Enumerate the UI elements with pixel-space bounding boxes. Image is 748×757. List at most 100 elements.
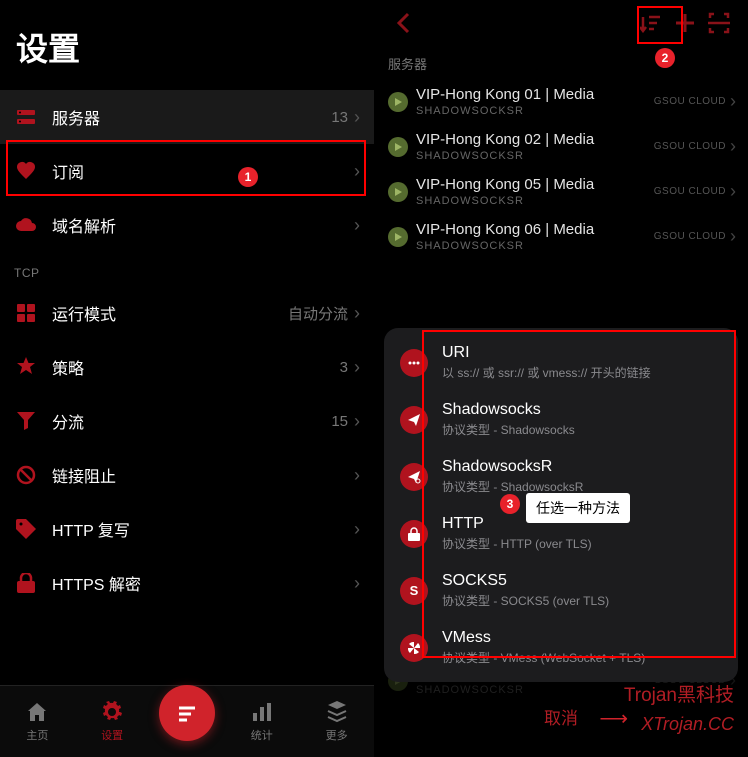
watermark-url: XTrojan.CC <box>641 714 734 735</box>
row-filter[interactable]: 分流 15 › <box>0 394 374 448</box>
tab-label: 主页 <box>26 727 48 743</box>
sheet-option-socks5[interactable]: S SOCKS5 协议类型 - SOCKS5 (over TLS) <box>384 562 738 619</box>
option-title: VMess <box>442 629 722 647</box>
tab-center[interactable] <box>150 686 225 757</box>
chevron-right-icon: › <box>354 519 360 540</box>
chevron-right-icon: › <box>354 107 360 128</box>
planeR-icon <box>400 463 428 491</box>
status-dot <box>388 182 408 202</box>
chevron-right-icon: › <box>354 573 360 594</box>
status-dot <box>388 92 408 112</box>
row-dns[interactable]: 域名解析 › <box>0 198 374 252</box>
annotation-tooltip: 任选一种方法 <box>526 493 630 523</box>
row-block[interactable]: 链接阻止 › <box>0 448 374 502</box>
option-title: URI <box>442 344 722 362</box>
option-sub: 协议类型 - VMess (WebSocket + TLS) <box>442 649 722 666</box>
tab-stats[interactable]: 统计 <box>224 686 299 757</box>
row-value: 自动分流 <box>288 303 348 324</box>
row-http-rewrite[interactable]: HTTP 复写 › <box>0 502 374 556</box>
status-dot <box>388 137 408 157</box>
lock-icon <box>14 571 38 595</box>
annotation-badge-2: 2 <box>655 48 675 68</box>
s-icon: S <box>400 577 428 605</box>
section-header-tcp: TCP <box>0 252 374 286</box>
annotation-badge-1: 1 <box>238 167 258 187</box>
option-sub: 以 ss:// 或 ssr:// 或 vmess:// 开头的链接 <box>442 364 722 381</box>
fab-button[interactable] <box>159 685 215 741</box>
watermark-text: Trojan黑科技 <box>624 680 734 707</box>
chevron-right-icon: › <box>730 226 736 247</box>
row-label: 域名解析 <box>52 213 354 237</box>
tab-bar: 主页 设置 统计 更多 <box>0 685 374 757</box>
tag-icon <box>14 517 38 541</box>
sheet-option-uri[interactable]: URI 以 ss:// 或 ssr:// 或 vmess:// 开头的链接 <box>384 334 738 391</box>
back-button[interactable] <box>386 6 420 40</box>
fan-icon <box>400 634 428 662</box>
tab-label: 设置 <box>101 727 123 743</box>
server-provider: GSOU CLOUD <box>654 141 726 152</box>
tab-label: 更多 <box>326 727 348 743</box>
top-bar <box>374 0 748 46</box>
tab-more[interactable]: 更多 <box>299 686 374 757</box>
chevron-right-icon: › <box>354 411 360 432</box>
row-label: 订阅 <box>52 159 354 183</box>
option-sub: 协议类型 - Shadowsocks <box>442 421 722 438</box>
row-https-decrypt[interactable]: HTTPS 解密 › <box>0 556 374 610</box>
server-provider: GSOU CLOUD <box>654 96 726 107</box>
sheet-option-vmess[interactable]: VMess 协议类型 - VMess (WebSocket + TLS) <box>384 619 738 676</box>
cancel-button[interactable]: 取消 <box>544 704 578 729</box>
servers-header: 服务器 <box>374 46 748 79</box>
server-sub: SHADOWSOCKSR <box>416 150 654 162</box>
tab-home[interactable]: 主页 <box>0 686 75 757</box>
row-value: 15 <box>331 413 348 430</box>
server-row[interactable]: VIP-Hong Kong 01 | MediaSHADOWSOCKSRGSOU… <box>374 79 748 124</box>
tab-settings[interactable]: 设置 <box>75 686 150 757</box>
server-row[interactable]: VIP-Hong Kong 06 | MediaSHADOWSOCKSRGSOU… <box>374 214 748 259</box>
row-label: HTTP 复写 <box>52 517 354 541</box>
sheet-option-shadowsocks[interactable]: Shadowsocks 协议类型 - Shadowsocks <box>384 391 738 448</box>
chevron-right-icon: › <box>730 181 736 202</box>
row-servers[interactable]: 服务器 13 › <box>0 90 374 144</box>
server-row[interactable]: VIP-Hong Kong 05 | Media SHADOWSOCKSRGSOU… <box>374 169 748 214</box>
row-value: 3 <box>340 359 348 376</box>
chevron-right-icon: › <box>354 465 360 486</box>
row-label: 链接阻止 <box>52 463 354 487</box>
grid-icon <box>14 301 38 325</box>
option-sub: 协议类型 - HTTP (over TLS) <box>442 535 722 552</box>
row-mode[interactable]: 运行模式 自动分流 › <box>0 286 374 340</box>
chevron-right-icon: › <box>354 215 360 236</box>
page-title: 设置 <box>0 0 374 90</box>
server-row[interactable]: VIP-Hong Kong 02 | Media SHADOWSOCKSRGSOU… <box>374 124 748 169</box>
tab-label: 统计 <box>251 727 273 743</box>
server-provider: GSOU CLOUD <box>654 186 726 197</box>
option-title: SOCKS5 <box>442 572 722 590</box>
chevron-right-icon: › <box>354 357 360 378</box>
sort-button[interactable] <box>634 6 668 40</box>
row-policy[interactable]: 策略 3 › <box>0 340 374 394</box>
lock-icon <box>400 520 428 548</box>
block-icon <box>14 463 38 487</box>
plane-icon <box>400 406 428 434</box>
option-title: Shadowsocks <box>442 401 722 419</box>
server-sub: SHADOWSOCKSR <box>416 684 654 696</box>
row-label: 分流 <box>52 409 331 433</box>
server-title: VIP-Hong Kong 02 | Media <box>416 131 654 148</box>
row-label: 服务器 <box>52 105 331 129</box>
row-label: 运行模式 <box>52 301 288 325</box>
server-sub: SHADOWSOCKSR <box>416 240 654 252</box>
servers-pane: 2 服务器 VIP-Hong Kong 01 | MediaSHADOWSOCK… <box>374 0 748 757</box>
row-label: 策略 <box>52 355 340 379</box>
row-subscribe[interactable]: 订阅 › <box>0 144 374 198</box>
server-icon <box>14 105 38 129</box>
option-sub: 协议类型 - SOCKS5 (over TLS) <box>442 592 722 609</box>
server-title: VIP-Hong Kong 05 | Media <box>416 176 654 193</box>
row-value: 13 <box>331 109 348 126</box>
annotation-badge-3: 3 <box>500 494 520 514</box>
server-sub: SHADOWSOCKSR <box>416 195 654 207</box>
status-dot <box>388 227 408 247</box>
server-title: VIP-Hong Kong 01 | Media <box>416 86 654 103</box>
server-title: VIP-Hong Kong 06 | Media <box>416 221 654 238</box>
cloud-icon <box>14 213 38 237</box>
scan-button[interactable] <box>702 6 736 40</box>
add-button[interactable] <box>668 6 702 40</box>
